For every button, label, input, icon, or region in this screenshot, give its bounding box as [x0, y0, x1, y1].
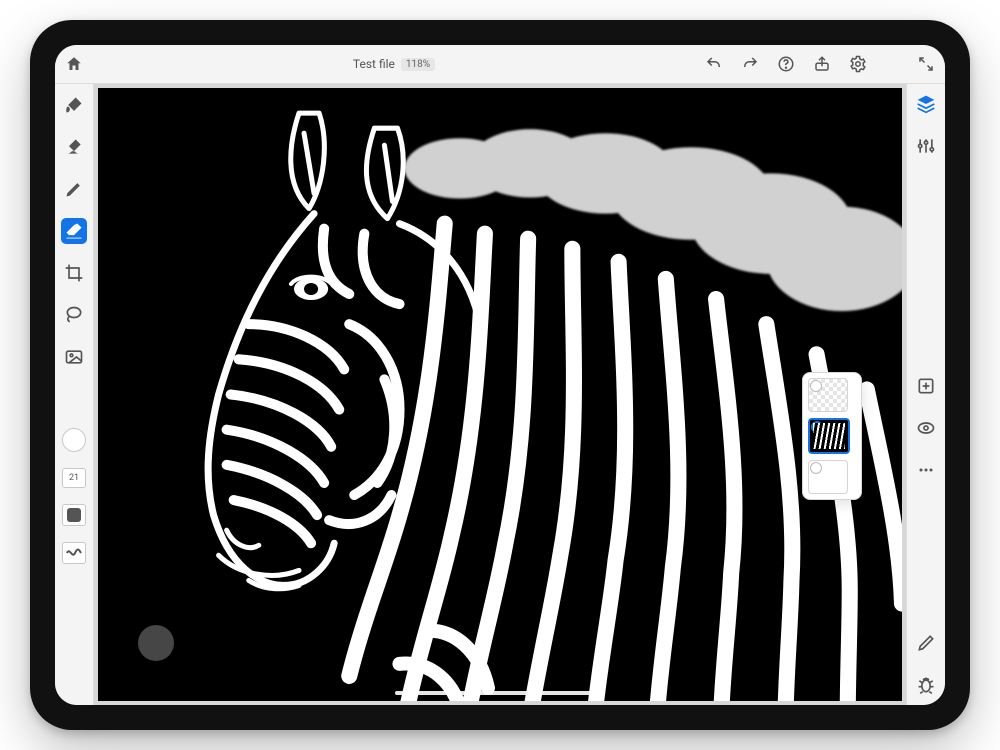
layer-badge-icon — [811, 421, 823, 433]
redo-icon[interactable] — [741, 55, 759, 73]
gear-icon[interactable] — [849, 55, 867, 73]
fullscreen-icon[interactable] — [917, 55, 935, 73]
crop-icon[interactable] — [61, 260, 87, 286]
artwork-content — [98, 88, 902, 701]
color-swatch[interactable] — [62, 428, 86, 452]
layer-badge-icon — [810, 380, 822, 392]
view-layer-icon[interactable] — [914, 416, 938, 440]
pencil-icon[interactable] — [914, 631, 938, 655]
tablet-screen: Test file 118% — [55, 45, 945, 705]
right-panel-rail — [906, 84, 945, 705]
layers-icon[interactable] — [914, 92, 938, 116]
brush-shape-round[interactable] — [62, 504, 86, 526]
home-indicator[interactable] — [395, 691, 605, 695]
add-layer-icon[interactable] — [914, 374, 938, 398]
share-icon[interactable] — [813, 55, 831, 73]
cursor-touch-indicator — [138, 625, 174, 661]
brush-shape-stroke[interactable] — [62, 542, 86, 564]
layers-popover — [802, 372, 862, 500]
top-toolbar: Test file 118% — [55, 45, 945, 84]
bug-icon[interactable] — [914, 673, 938, 697]
help-icon[interactable] — [777, 55, 795, 73]
brush-size-indicator[interactable]: 21 — [62, 468, 86, 488]
adjust-icon[interactable] — [914, 134, 938, 158]
artwork-canvas[interactable] — [98, 88, 902, 701]
home-icon[interactable] — [65, 55, 83, 73]
canvas-area[interactable] — [94, 84, 906, 705]
layer-thumb-zebra[interactable] — [808, 418, 850, 454]
file-name: Test file — [353, 57, 395, 71]
layer-badge-icon — [810, 462, 822, 474]
more-icon[interactable] — [914, 458, 938, 482]
left-tool-rail: 21 — [55, 84, 94, 705]
layer-thumb-empty[interactable] — [808, 378, 848, 412]
paint-brush-icon[interactable] — [61, 92, 87, 118]
image-icon[interactable] — [61, 344, 87, 370]
zoom-badge[interactable]: 118% — [401, 58, 435, 71]
detail-brush-icon[interactable] — [61, 176, 87, 202]
eraser-icon[interactable] — [61, 218, 87, 244]
lasso-icon[interactable] — [61, 302, 87, 328]
undo-icon[interactable] — [705, 55, 723, 73]
smudge-brush-icon[interactable] — [61, 134, 87, 160]
layer-thumb-background[interactable] — [808, 460, 848, 494]
tablet-frame: Test file 118% — [30, 20, 970, 730]
